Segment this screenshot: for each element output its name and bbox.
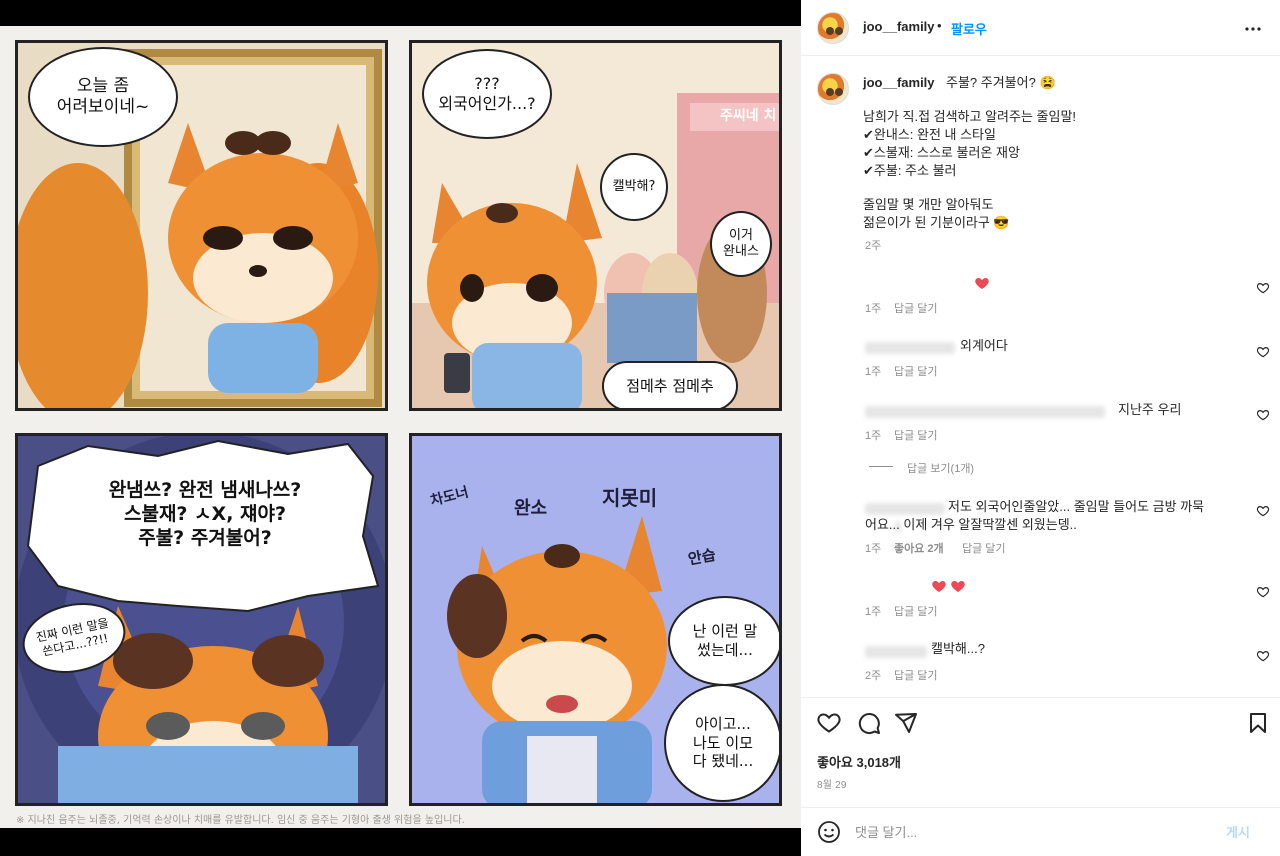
- emoji-icon[interactable]: [817, 820, 841, 844]
- follow-button[interactable]: 팔로우: [951, 19, 987, 38]
- avatar[interactable]: [817, 73, 849, 105]
- comment-age: 1주: [865, 430, 882, 442]
- caption-age: 2주: [865, 240, 882, 252]
- comment-text: 캘박해...?: [931, 641, 985, 656]
- shop-sign: 주씨네 치: [720, 108, 777, 124]
- comment-age: 1주: [865, 366, 882, 378]
- like-icon[interactable]: [817, 711, 841, 735]
- speech-bubble: 오늘 좀 어려보이네~: [28, 47, 178, 147]
- caption-line: 남희가 직.접 검색하고 알려주는 줄임말!: [863, 109, 1077, 124]
- hidden-username: [865, 406, 1105, 418]
- save-icon[interactable]: [1246, 711, 1270, 735]
- reply-button[interactable]: 답글 달기: [894, 363, 938, 379]
- sound-effect: 지못미: [602, 486, 658, 510]
- reply-button[interactable]: 답글 달기: [894, 300, 938, 316]
- comment-text: 지난주 우리: [1118, 402, 1182, 417]
- heart-emoji-icon: [932, 581, 946, 592]
- like-comment-icon[interactable]: [1256, 504, 1270, 518]
- reply-button[interactable]: 답글 달기: [894, 603, 938, 619]
- post-header: joo__family • 팔로우: [801, 0, 1280, 56]
- header-username[interactable]: joo__family: [863, 19, 935, 34]
- reply-button[interactable]: 답글 달기: [894, 427, 938, 443]
- caption-line: 줄임말 몇 개만 알아둬도: [863, 197, 994, 212]
- caption-first-line: 주불? 주겨불어? 😫: [946, 75, 1056, 90]
- hidden-username: [865, 503, 945, 515]
- speech-bubble: 캘박해?: [600, 153, 668, 221]
- like-comment-icon[interactable]: [1256, 408, 1270, 422]
- heart-emoji-icon: [975, 278, 989, 289]
- hidden-username: [865, 646, 927, 658]
- comment-composer: 게시: [801, 807, 1280, 856]
- caption-line: ✔완내스: 완전 내 스타일: [863, 127, 996, 142]
- reply-button[interactable]: 답글 달기: [962, 540, 1006, 556]
- comic-panel-4: 차도너 완소 지못미 안습 난 이런 말 썼는데... 아이고... 나도 이모…: [409, 433, 782, 806]
- replies-divider: [869, 466, 893, 467]
- speech-bubble: 아이고... 나도 이모 다 됐네...: [664, 684, 779, 802]
- comic-image: 오늘 좀 어려보이네~ ??? 외국어인가...? 주씨네 치 캘박해? 이거 …: [0, 26, 801, 828]
- comments-list[interactable]: joo__family 주불? 주겨불어? 😫 남희가 직.접 검색하고 알려주…: [801, 57, 1280, 697]
- thought-bubble: ??? 외국어인가...?: [422, 49, 552, 139]
- comment-age: 2주: [865, 670, 882, 682]
- share-icon[interactable]: [894, 711, 918, 735]
- comment-likes[interactable]: 좋아요 2개: [894, 540, 944, 556]
- speech-bubble: 점메추 점메추: [602, 361, 738, 408]
- comment-text: 저도 외국어인줄알았... 줄임말 들어도 금방 까묵: [948, 499, 1205, 514]
- comment-input[interactable]: [855, 820, 1215, 844]
- like-comment-icon[interactable]: [1256, 649, 1270, 663]
- caption-username[interactable]: joo__family: [863, 75, 935, 90]
- caption-line: 젊은이가 된 기분이라구 😎: [863, 215, 1010, 230]
- speech-bubble: 이거 완내스: [710, 211, 772, 277]
- disclaimer-text: ※ 지나친 음주는 뇌졸중, 기억력 손상이나 치매를 유발합니다. 임신 중 …: [16, 815, 465, 826]
- avatar[interactable]: [817, 12, 849, 44]
- likes-count[interactable]: 좋아요 3,018개: [817, 752, 901, 771]
- sound-effect: 완소: [514, 498, 548, 519]
- post-date[interactable]: 8월 29: [817, 776, 847, 791]
- comment-text: 어요... 이제 겨우 알잘딱깔센 외웠는뎅..: [865, 517, 1077, 532]
- comic-panel-3: 완냄쓰? 완전 냄새나쓰? 스불재? ㅅX, 쟤야? 주불? 주겨불어? 진짜 …: [15, 433, 388, 806]
- caption-line: ✔스불재: 스스로 불러온 재앙: [863, 145, 1020, 160]
- like-comment-icon[interactable]: [1256, 345, 1270, 359]
- hidden-username: [865, 342, 955, 354]
- like-comment-icon[interactable]: [1256, 585, 1270, 599]
- post-media[interactable]: 오늘 좀 어려보이네~ ??? 외국어인가...? 주씨네 치 캘박해? 이거 …: [0, 0, 801, 856]
- like-comment-icon[interactable]: [1256, 281, 1270, 295]
- comment-age: 1주: [865, 606, 882, 618]
- comic-panel-2: ??? 외국어인가...? 주씨네 치 캘박해? 이거 완내스 점메추 점메추: [409, 40, 782, 411]
- comment-age: 1주: [865, 543, 882, 555]
- heart-emoji-icon: [951, 581, 965, 592]
- speech-bubble: 난 이런 말 썼는데...: [668, 596, 779, 686]
- post-comment-button[interactable]: 게시: [1226, 822, 1250, 841]
- comment-age: 1주: [865, 303, 882, 315]
- view-replies-button[interactable]: 답글 보기(1개): [907, 460, 974, 476]
- post-sidebar: joo__family • 팔로우 joo__family 주불? 주겨불어? …: [801, 0, 1280, 856]
- more-options-icon[interactable]: [1241, 17, 1265, 41]
- post-actions: 좋아요 3,018개 8월 29: [801, 697, 1280, 807]
- comic-panel-1: 오늘 좀 어려보이네~: [15, 40, 388, 411]
- caption-line: ✔주불: 주소 불러: [863, 163, 957, 178]
- comment-text: 외계어다: [960, 338, 1008, 353]
- separator-dot: •: [937, 18, 942, 33]
- shout-burst: 완냄쓰? 완전 냄새나쓰? 스불재? ㅅX, 쟤야? 주불? 주겨불어?: [108, 479, 302, 549]
- reply-button[interactable]: 답글 달기: [894, 667, 938, 683]
- comment-icon[interactable]: [857, 711, 881, 735]
